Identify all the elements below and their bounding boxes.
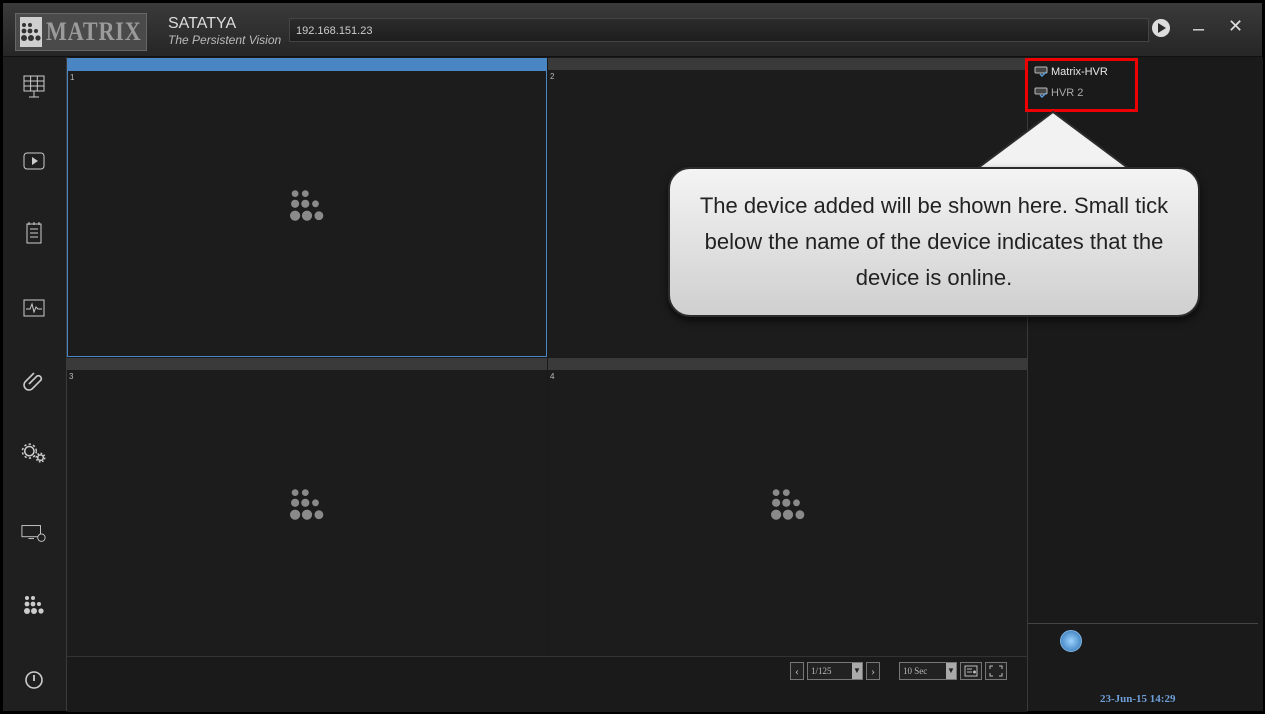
tile-number: 1 bbox=[70, 73, 75, 82]
tile-header bbox=[548, 58, 1027, 70]
event-log-icon[interactable] bbox=[21, 220, 47, 246]
page-value: 1/125 bbox=[811, 666, 832, 676]
sequence-button[interactable] bbox=[960, 662, 982, 680]
chevron-down-icon: ▼ bbox=[852, 663, 862, 679]
tile-number: 4 bbox=[550, 372, 555, 381]
tile-number: 3 bbox=[69, 372, 74, 381]
playback-icon[interactable] bbox=[21, 148, 47, 174]
tile-header bbox=[67, 358, 547, 370]
page-select[interactable]: 1/125 ▼ bbox=[807, 662, 863, 680]
fullscreen-icon bbox=[989, 665, 1003, 677]
sidebar bbox=[3, 57, 67, 711]
interval-value: 10 Sec bbox=[903, 666, 928, 676]
matrix-logo-icon[interactable] bbox=[21, 592, 47, 618]
prev-page-button[interactable]: ‹ bbox=[790, 662, 804, 680]
video-tile-3[interactable]: 3 bbox=[67, 358, 547, 656]
bottom-bar: ‹ 1/125 ▼ › 10 Sec ▼ bbox=[67, 656, 1027, 712]
play-circle-button[interactable] bbox=[1150, 17, 1172, 43]
callout-tooltip: The device added will be shown here. Sma… bbox=[668, 167, 1200, 317]
health-monitor-icon[interactable] bbox=[21, 295, 47, 321]
tile-header bbox=[68, 59, 546, 71]
address-bar[interactable]: 192.168.151.23 bbox=[289, 18, 1149, 42]
brand-name: SATATYA bbox=[168, 15, 237, 32]
matrix-logo: MATRIX bbox=[15, 13, 147, 51]
panel-divider bbox=[1028, 623, 1258, 624]
play-circle-icon bbox=[1152, 19, 1170, 37]
video-tile-1[interactable]: 1 bbox=[67, 58, 547, 357]
settings-gears-icon[interactable] bbox=[21, 440, 47, 466]
date-time: 23-Jun-15 14:29 bbox=[1100, 693, 1176, 705]
video-tile-4[interactable]: 4 bbox=[548, 358, 1027, 656]
brand: SATATYA The Persistent Vision bbox=[168, 15, 281, 47]
sequence-icon bbox=[964, 665, 978, 677]
logo-text: MATRIX bbox=[46, 17, 142, 46]
attachment-icon[interactable] bbox=[21, 367, 47, 393]
matrix-watermark-icon bbox=[288, 488, 326, 527]
title-bar: MATRIX SATATYA The Persistent Vision 192… bbox=[3, 3, 1262, 57]
matrix-watermark-icon bbox=[769, 488, 807, 527]
next-page-button[interactable]: › bbox=[866, 662, 880, 680]
tile-header bbox=[548, 358, 1027, 370]
chevron-down-icon: ▼ bbox=[946, 663, 956, 679]
network-globe-icon[interactable] bbox=[1060, 630, 1082, 652]
video-grid: 1 2 3 4 bbox=[67, 58, 1027, 656]
brand-tagline: The Persistent Vision bbox=[168, 33, 282, 47]
display-settings-icon[interactable] bbox=[21, 520, 47, 546]
fullscreen-button[interactable] bbox=[985, 662, 1007, 680]
device-highlight-box bbox=[1025, 58, 1138, 112]
close-button[interactable]: ✕ bbox=[1228, 16, 1243, 36]
interval-select[interactable]: 10 Sec ▼ bbox=[899, 662, 957, 680]
live-view-grid-icon[interactable] bbox=[21, 74, 47, 100]
minimize-button[interactable]: – bbox=[1193, 19, 1204, 39]
callout-text: The device added will be shown here. Sma… bbox=[699, 193, 1169, 290]
tile-number: 2 bbox=[550, 72, 555, 81]
power-icon[interactable] bbox=[21, 667, 47, 693]
matrix-watermark-icon bbox=[288, 188, 326, 227]
matrix-dots-icon bbox=[20, 17, 42, 47]
callout-pointer bbox=[978, 110, 1132, 172]
